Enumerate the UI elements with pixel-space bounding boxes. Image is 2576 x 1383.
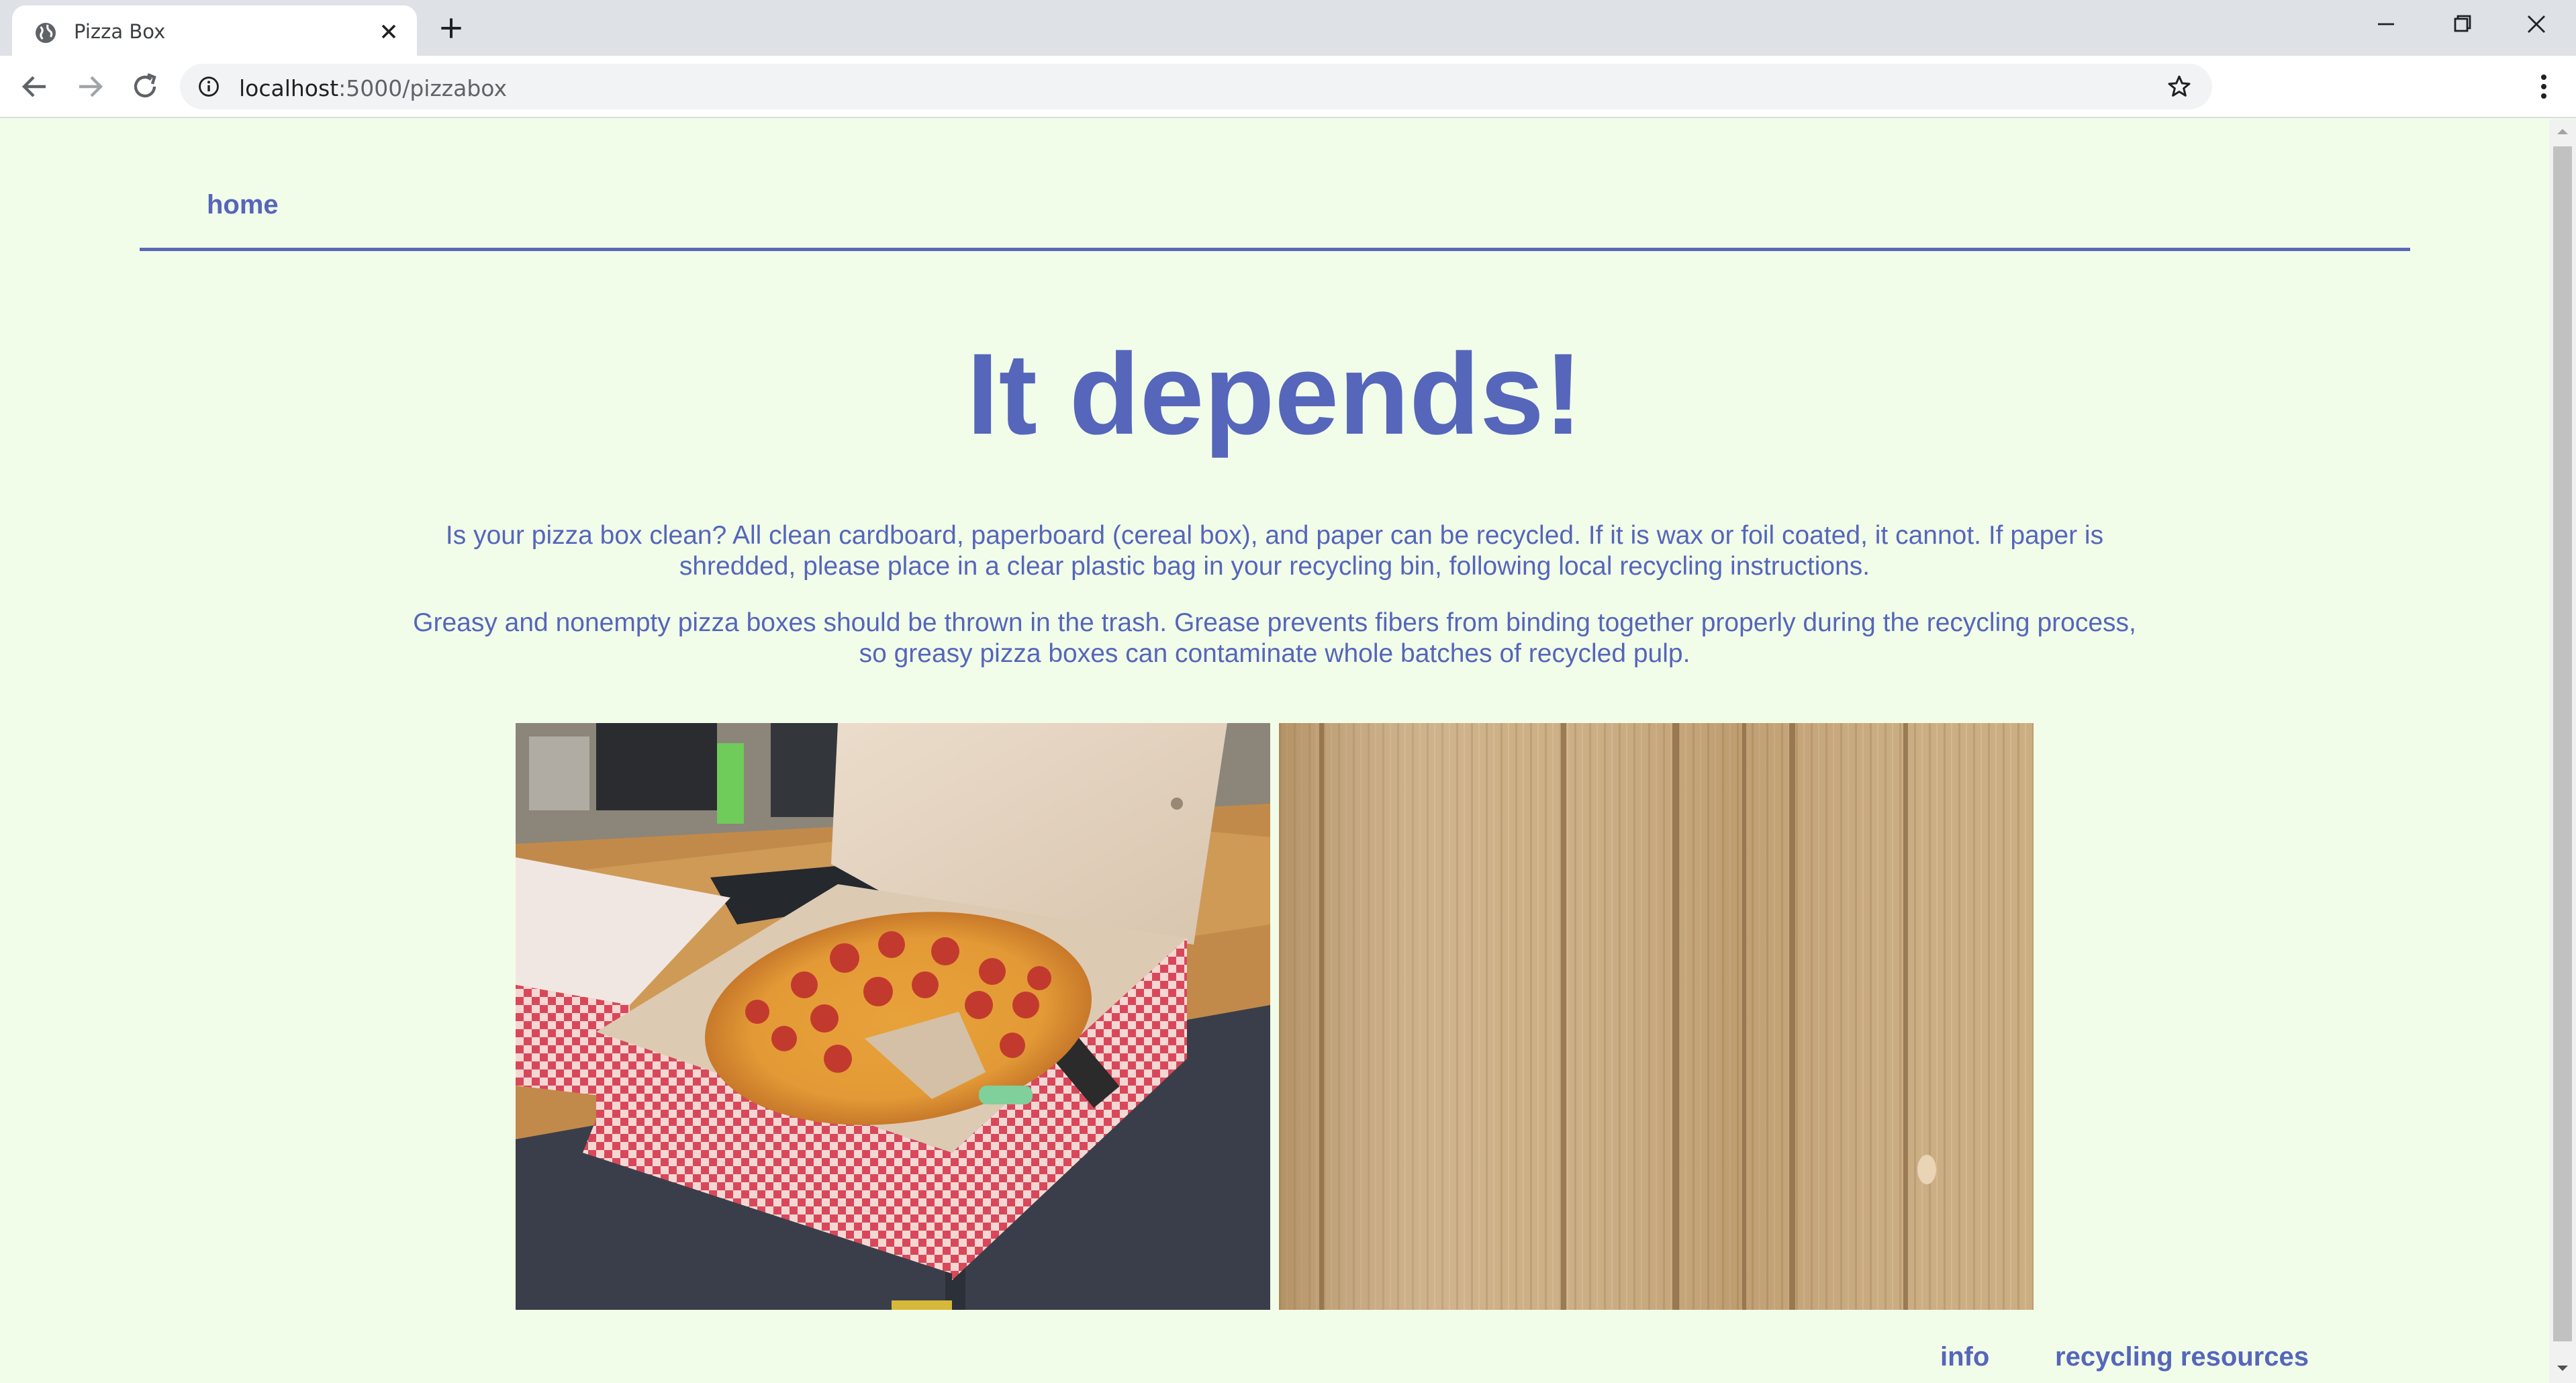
nav-home-link[interactable]: home xyxy=(207,190,279,220)
scroll-up-arrow-icon[interactable] xyxy=(2556,125,2569,138)
browser-tab[interactable]: Pizza Box xyxy=(12,5,417,56)
minimize-icon[interactable] xyxy=(2370,11,2402,38)
pizza-box-photo xyxy=(516,723,1270,1310)
back-arrow-icon[interactable] xyxy=(19,70,51,103)
cardboard-texture-photo xyxy=(1279,723,2034,1310)
browser-toolbar: localhost:5000/pizzabox xyxy=(0,56,2576,118)
address-bar[interactable]: localhost:5000/pizzabox xyxy=(180,64,2212,109)
forward-arrow-icon[interactable] xyxy=(74,70,106,103)
page-title: It depends! xyxy=(966,330,1583,459)
plus-icon[interactable] xyxy=(436,13,466,43)
url-path: :5000/pizzabox xyxy=(338,75,507,101)
greasy-box-paragraph: Greasy and nonempty pizza boxes should b… xyxy=(413,608,2136,668)
star-icon[interactable] xyxy=(2166,73,2193,100)
page-content: home It depends! Is your pizza box clean… xyxy=(0,120,2549,1383)
clean-box-paragraph: Is your pizza box clean? All clean cardb… xyxy=(445,521,2104,581)
close-icon[interactable] xyxy=(2520,11,2553,38)
page-scrollbar[interactable] xyxy=(2549,120,2576,1383)
scroll-thumb[interactable] xyxy=(2553,146,2572,1341)
restore-icon[interactable] xyxy=(2446,11,2478,38)
reload-icon[interactable] xyxy=(129,70,161,103)
globe-icon xyxy=(36,23,56,43)
browser-tab-strip: Pizza Box xyxy=(0,0,2576,56)
footer-recycling-resources-link[interactable]: recycling resources xyxy=(2055,1342,2309,1372)
scroll-down-arrow-icon[interactable] xyxy=(2556,1362,2569,1375)
tab-title: Pizza Box xyxy=(74,20,166,43)
footer-info-link[interactable]: info xyxy=(1940,1342,1989,1372)
close-icon[interactable] xyxy=(377,19,401,44)
nav-divider xyxy=(140,248,2410,251)
info-icon[interactable] xyxy=(197,75,220,98)
url-text[interactable]: localhost:5000/pizzabox xyxy=(239,75,507,101)
kebab-menu-icon[interactable] xyxy=(2528,70,2560,103)
url-host: localhost xyxy=(239,75,339,101)
